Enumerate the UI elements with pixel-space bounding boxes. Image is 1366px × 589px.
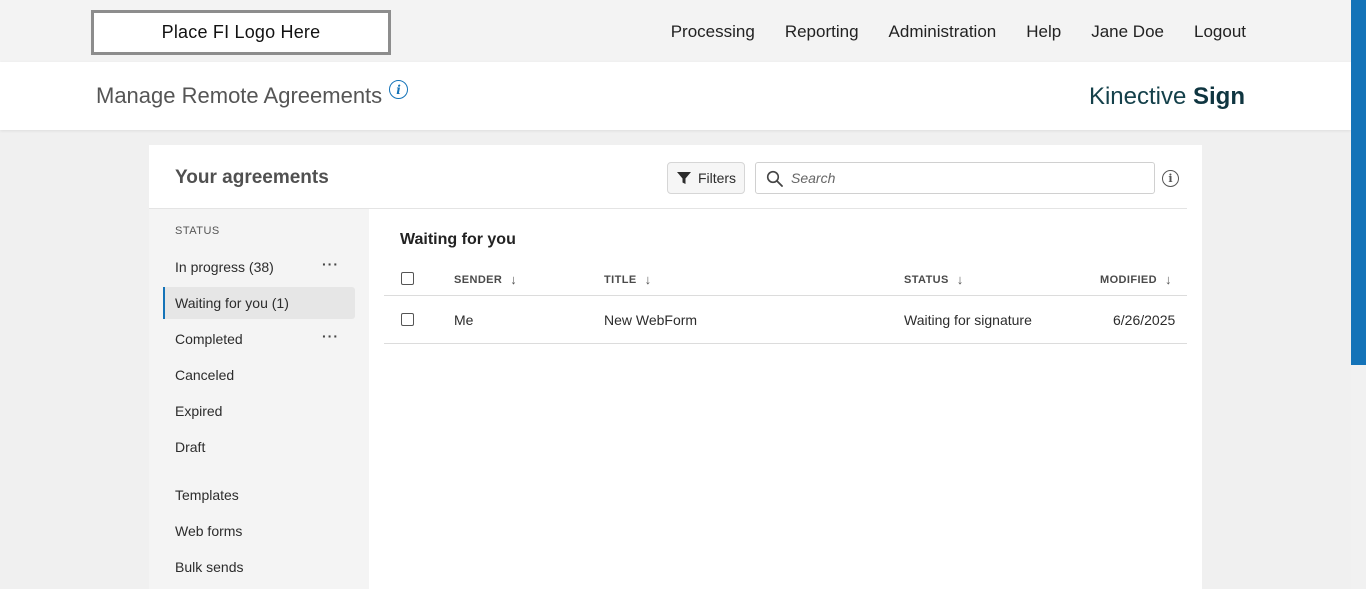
cell-title[interactable]: New WebForm	[604, 312, 697, 328]
column-header-sender[interactable]: SENDER ↓	[454, 272, 517, 287]
search-icon	[766, 170, 783, 187]
sort-arrow-icon: ↓	[1164, 272, 1172, 287]
sidebar-item-label: Draft	[175, 439, 206, 455]
sidebar-item-label: Templates	[175, 487, 239, 503]
status-sidebar: STATUS In progress (38) ··· Waiting for …	[149, 209, 369, 589]
filters-button[interactable]: Filters	[667, 162, 745, 194]
filter-funnel-icon	[676, 172, 691, 184]
sidebar-item-bulk-sends[interactable]: Bulk sends	[163, 551, 355, 583]
sidebar-item-expired[interactable]: Expired	[163, 395, 355, 427]
logo-text: Place FI Logo Here	[161, 22, 321, 42]
sidebar-item-canceled[interactable]: Canceled	[163, 359, 355, 391]
cell-sender: Me	[454, 312, 474, 328]
search-input[interactable]	[791, 170, 1131, 186]
card-title: Your agreements	[175, 167, 329, 188]
logo-placeholder: Place FI Logo Here	[91, 10, 391, 55]
page-header: Manage Remote Agreements i Kinective Sig…	[0, 62, 1351, 130]
section-title: Waiting for you	[400, 231, 516, 248]
brand-logo: Kinective Sign	[1089, 83, 1245, 111]
column-header-modified[interactable]: MODIFIED ↓	[1100, 272, 1172, 287]
cell-status: Waiting for signature	[904, 312, 1032, 328]
nav-processing[interactable]: Processing	[671, 22, 755, 42]
search-field[interactable]	[755, 162, 1155, 194]
sidebar-item-label: Canceled	[175, 367, 235, 383]
sidebar-item-label: Bulk sends	[175, 559, 244, 575]
page-title: Manage Remote Agreements	[96, 83, 383, 108]
sort-arrow-icon: ↓	[644, 272, 652, 287]
main-nav: Processing Reporting Administration Help…	[641, 22, 1246, 42]
filters-label: Filters	[697, 170, 737, 186]
sidebar-item-label: Web forms	[175, 523, 243, 539]
status-heading: STATUS	[175, 225, 220, 237]
sidebar-item-in-progress[interactable]: In progress (38) ···	[163, 251, 355, 283]
agreements-card: Your agreements Filters i STATUS In prog…	[149, 145, 1202, 589]
brand-name-bold: Sign	[1193, 83, 1245, 110]
brand-name: Kinective	[1088, 83, 1193, 110]
table-header-divider	[384, 295, 1187, 296]
sidebar-item-label: Waiting for you (1)	[175, 295, 289, 311]
column-header-label: MODIFIED	[1100, 273, 1157, 286]
sidebar-item-templates[interactable]: Templates	[163, 479, 355, 511]
row-checkbox[interactable]	[401, 313, 414, 326]
sidebar-item-label: Completed	[175, 331, 243, 347]
sort-arrow-icon: ↓	[510, 272, 518, 287]
nav-user-name[interactable]: Jane Doe	[1091, 22, 1164, 42]
column-header-title[interactable]: TITLE ↓	[604, 272, 651, 287]
more-options-icon[interactable]: ···	[322, 329, 339, 343]
column-header-label: STATUS	[904, 273, 949, 286]
sidebar-item-web-forms[interactable]: Web forms	[163, 515, 355, 547]
sidebar-item-draft[interactable]: Draft	[163, 431, 355, 463]
cell-modified: 6/26/2025	[1113, 312, 1176, 328]
table-row-divider	[384, 343, 1187, 344]
column-header-label: SENDER	[454, 273, 503, 286]
sort-arrow-icon: ↓	[956, 272, 964, 287]
info-icon[interactable]: i	[389, 80, 408, 99]
column-header-status[interactable]: STATUS ↓	[904, 272, 964, 287]
nav-logout[interactable]: Logout	[1194, 22, 1246, 42]
nav-reporting[interactable]: Reporting	[785, 22, 859, 42]
nav-help[interactable]: Help	[1026, 22, 1061, 42]
sidebar-item-label: Expired	[175, 403, 223, 419]
more-options-icon[interactable]: ···	[322, 257, 339, 271]
column-header-label: TITLE	[604, 273, 637, 286]
top-navigation-bar: Place FI Logo Here Processing Reporting …	[0, 0, 1351, 62]
nav-administration[interactable]: Administration	[889, 22, 997, 42]
sidebar-item-waiting-for-you[interactable]: Waiting for you (1)	[163, 287, 355, 319]
select-all-checkbox[interactable]	[401, 272, 414, 285]
page-scrollbar-thumb[interactable]	[1351, 0, 1366, 365]
search-info-icon[interactable]: i	[1162, 170, 1179, 187]
page-scrollbar-track[interactable]	[1351, 0, 1366, 589]
sidebar-item-label: In progress (38)	[175, 259, 274, 275]
sidebar-item-completed[interactable]: Completed ···	[163, 323, 355, 355]
